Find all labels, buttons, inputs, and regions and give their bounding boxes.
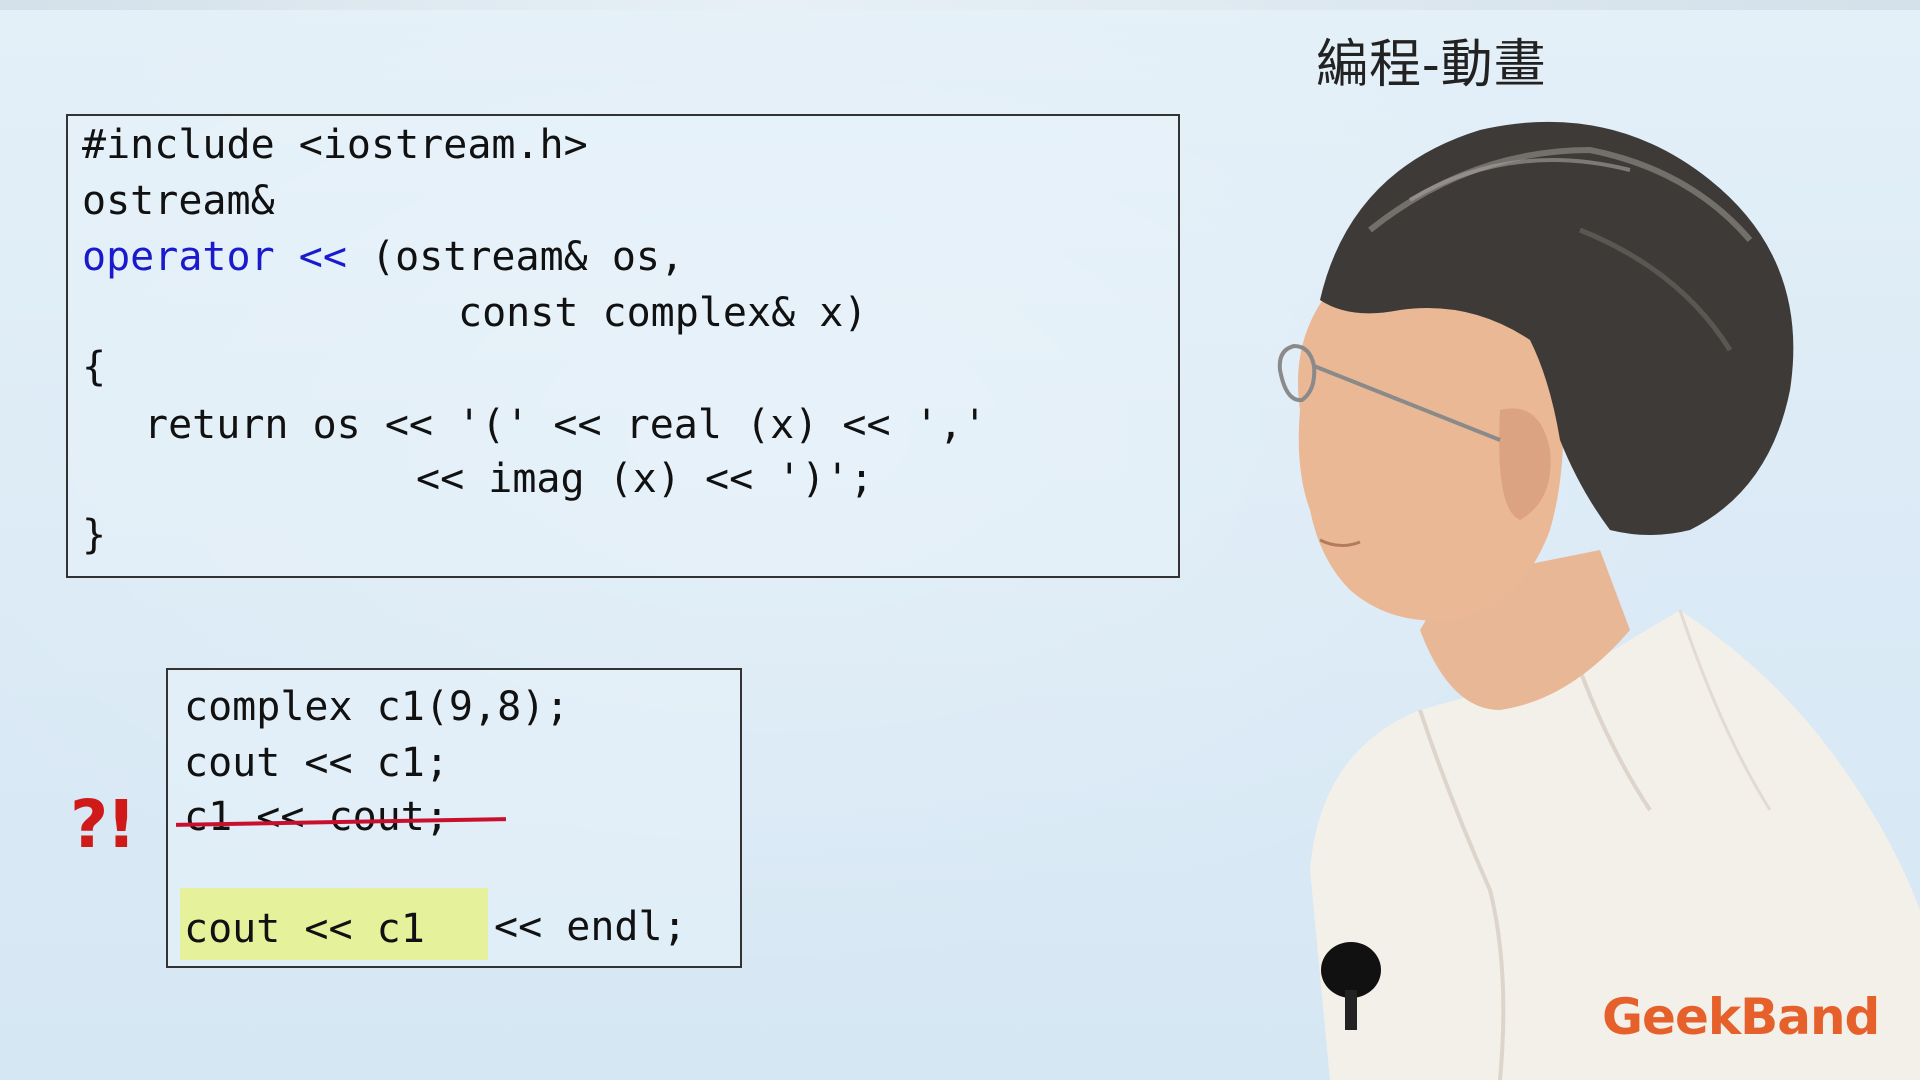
struck-text: c1 << cout; [184,794,449,840]
usage-line-declare: complex c1(9,8); [184,684,570,730]
geekband-logo: GeekBand [1602,988,1880,1046]
operator-params: (ostream& os, [371,234,685,280]
code-line-open-brace: { [82,344,107,390]
code-line-return-type: ostream& [82,178,275,224]
usage-line-highlighted: cout << c1 [184,906,425,952]
usage-line-struck: c1 << cout; [175,794,507,840]
code-line-close-brace: } [82,512,107,558]
code-line-include: #include <iostream.h> [82,122,588,168]
question-exclamation-marker: ?! [70,786,136,863]
presenter-figure [1277,121,1920,1080]
code-line-return: return os << '(' << real (x) << ',' [144,402,987,448]
top-edge [0,0,1920,10]
usage-line-cout: cout << c1; [184,740,449,786]
usage-line-endl: << endl; [494,904,687,950]
code-line-return-cont: << imag (x) << ')'; [416,456,874,502]
keyword-operator: operator [82,234,275,280]
code-line-param2: const complex& x) [458,290,868,336]
code-line-operator: operator << (ostream& os, [82,234,684,280]
video-caption: 編程-動畫 [1316,35,1547,95]
usage-code-box: complex c1(9,8); cout << c1; c1 << cout;… [166,668,742,968]
keyword-shift: << [298,234,347,280]
operator-code-box: #include <iostream.h> ostream& operator … [66,114,1180,578]
